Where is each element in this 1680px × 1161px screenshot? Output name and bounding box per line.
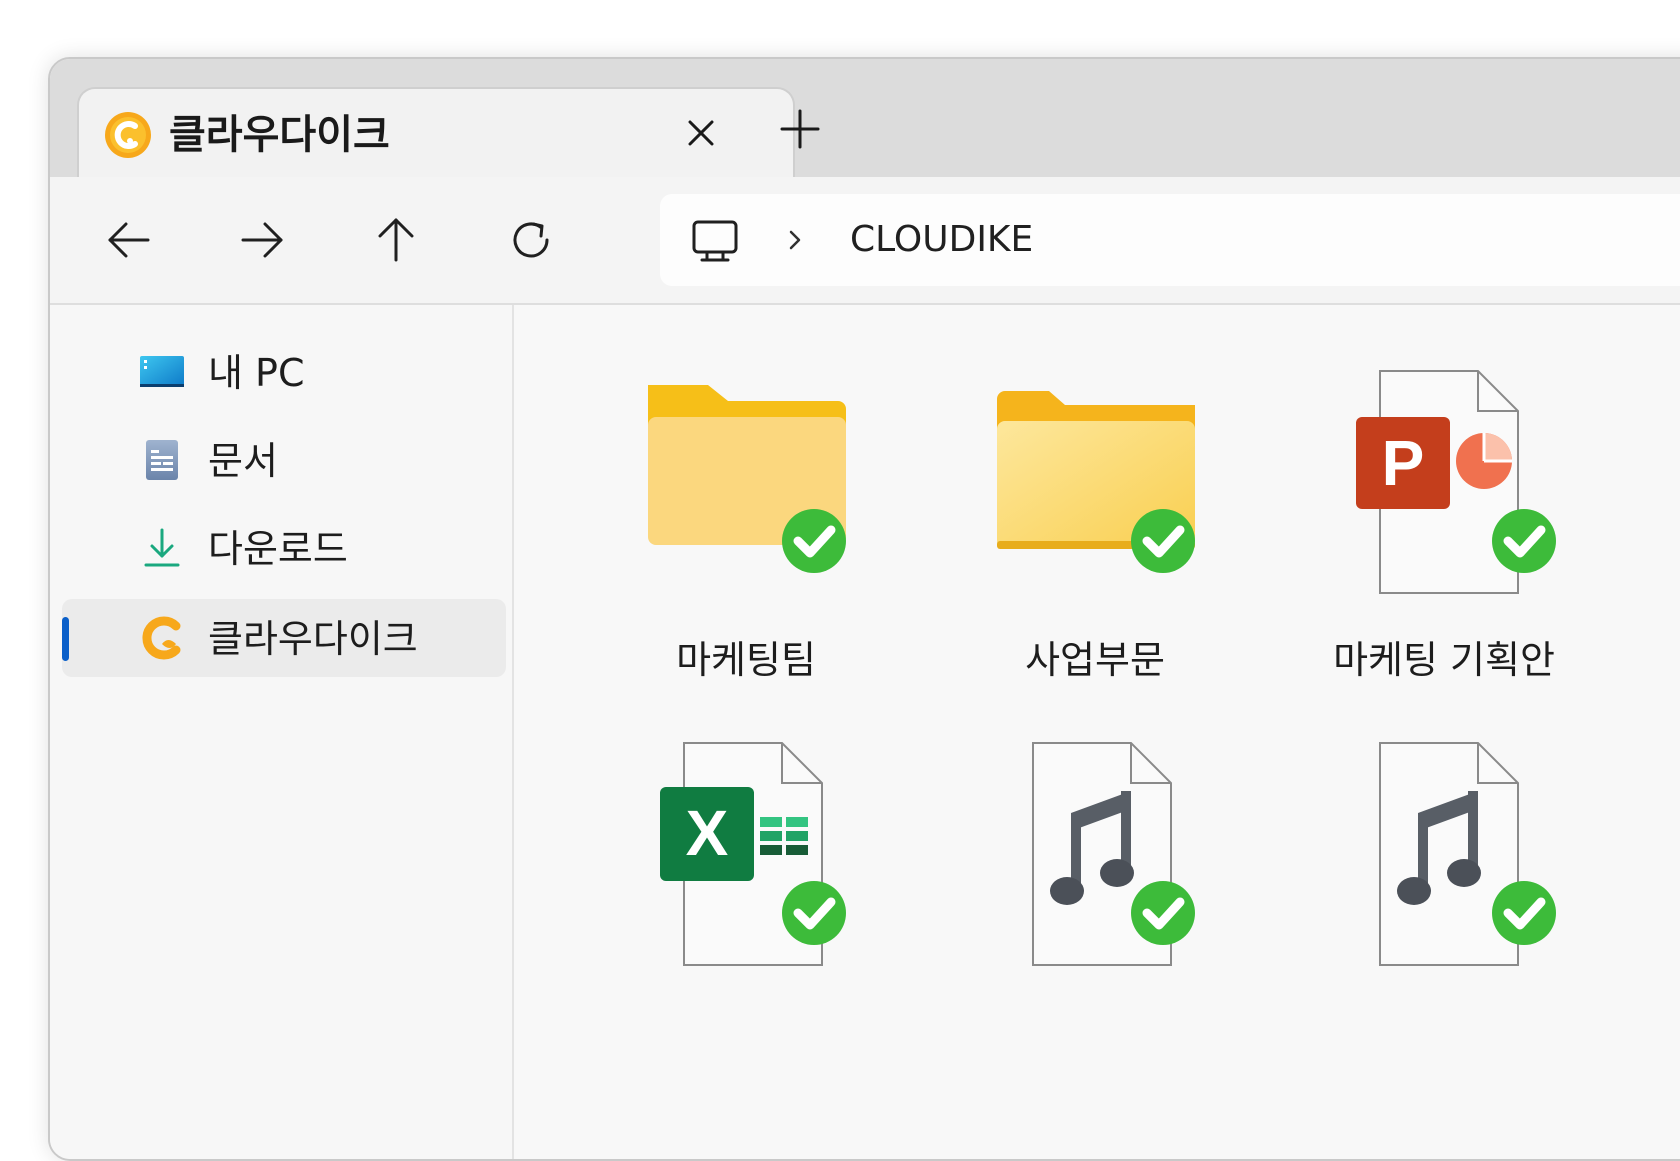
download-icon	[144, 528, 180, 567]
file-item-audio[interactable]	[935, 737, 1255, 1037]
music-note-icon	[1379, 742, 1556, 966]
folder-icon	[997, 391, 1195, 573]
file-name: 사업부문	[1025, 638, 1165, 682]
address-bar[interactable]: CLOUDIKE	[660, 194, 1680, 286]
powerpoint-icon: P	[1356, 370, 1556, 594]
file-item-audio[interactable]	[1284, 737, 1604, 1037]
file-grid: 마케팅팀 사업부문 P 마케팅 기획안 X	[514, 305, 1680, 1159]
back-arrow-icon[interactable]	[100, 212, 156, 268]
sidebar-item-my-pc[interactable]: 내 PC	[62, 333, 506, 411]
file-item-powerpoint[interactable]: P 마케팅 기획안	[1284, 365, 1604, 682]
up-arrow-icon[interactable]	[368, 212, 424, 268]
music-note-icon	[1032, 742, 1195, 966]
cloudike-icon	[142, 616, 181, 660]
new-tab-plus-icon[interactable]	[770, 99, 830, 159]
folder-icon	[648, 385, 846, 573]
sidebar-item-label: 내 PC	[208, 351, 305, 395]
selection-indicator	[62, 617, 69, 661]
sidebar-item-label: 클라우다이크	[208, 617, 418, 661]
sidebar-item-cloudike[interactable]: 클라우다이크	[62, 599, 506, 677]
svg-text:P: P	[1382, 427, 1425, 499]
sidebar-item-label: 다운로드	[208, 527, 348, 571]
file-item-folder[interactable]: 사업부문	[935, 365, 1255, 682]
sidebar: 내 PC 문서 다운로드 클라우다이크	[50, 305, 514, 1159]
svg-text:X: X	[686, 797, 729, 869]
file-name: 마케팅팀	[676, 638, 816, 682]
monitor-icon	[692, 220, 738, 262]
chevron-right-icon[interactable]	[782, 227, 808, 253]
close-icon[interactable]	[679, 111, 723, 155]
cloudike-logo-icon	[105, 112, 151, 158]
sidebar-item-documents[interactable]: 문서	[62, 421, 506, 499]
file-name: 마케팅 기획안	[1333, 638, 1555, 682]
file-item-folder[interactable]: 마케팅팀	[586, 365, 906, 682]
document-icon	[146, 440, 178, 480]
navigation-toolbar: CLOUDIKE	[50, 177, 1680, 305]
title-bar: 클라우다이크	[50, 59, 1680, 199]
breadcrumb-cloudike[interactable]: CLOUDIKE	[850, 216, 1033, 264]
pc-icon	[140, 356, 184, 387]
forward-arrow-icon[interactable]	[235, 212, 291, 268]
excel-icon: X	[660, 742, 846, 966]
sidebar-item-label: 문서	[208, 439, 278, 483]
sidebar-item-downloads[interactable]: 다운로드	[62, 509, 506, 587]
file-item-excel[interactable]: X	[586, 737, 906, 1037]
explorer-window: 클라우다이크 CLOUDIKE 내 PC 문서 다운로드 클라우다이크 마케팅팀…	[48, 57, 1680, 1161]
tab-title: 클라우다이크	[169, 112, 390, 158]
refresh-icon[interactable]	[503, 212, 559, 268]
